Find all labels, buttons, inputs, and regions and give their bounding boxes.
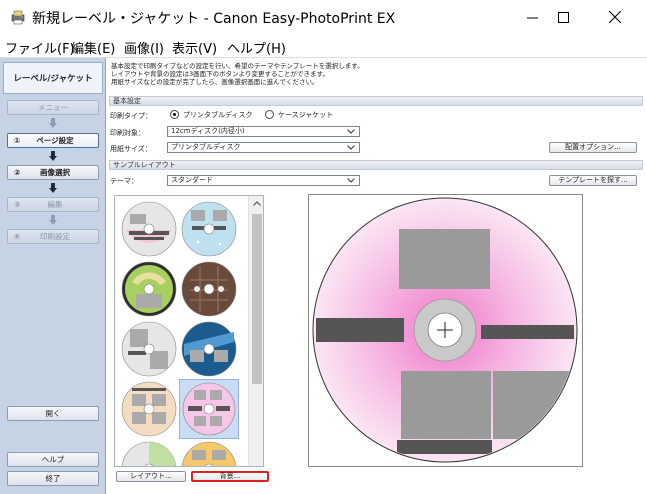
close-button[interactable]: [592, 0, 638, 34]
layout-thumbnail-selected[interactable]: [179, 379, 239, 439]
paper-size-value: プリンタブルディスク: [171, 143, 241, 151]
menu-view[interactable]: 表示(V): [172, 38, 217, 57]
disc-thumbnail-image: [121, 261, 177, 317]
theme-label: テーマ：: [110, 177, 138, 185]
step-label: ページ設定: [36, 136, 74, 145]
step-number: ④: [13, 232, 21, 241]
down-arrow-icon: [49, 183, 57, 193]
chevron-up-icon[interactable]: [253, 201, 261, 206]
down-arrow-icon: [49, 118, 57, 128]
step-label: 編集: [47, 200, 63, 209]
step-number: ③: [13, 200, 21, 209]
paper-size-select[interactable]: プリンタブルディスク: [167, 142, 360, 153]
disc-thumbnail-image: [181, 261, 237, 317]
down-arrow-icon: [49, 215, 57, 225]
exit-button[interactable]: 終了: [7, 471, 99, 486]
maximize-button[interactable]: [540, 0, 586, 34]
instruction-line: レイアウトや背景の設定は3画面下のボタンより変更することができます。: [111, 70, 329, 78]
menu-help[interactable]: ヘルプ(H): [227, 38, 286, 57]
step-print-settings[interactable]: ④ 印刷設定: [7, 229, 99, 244]
instruction-line: 基本設定で印刷タイプなどの設定を行い、希望のテーマやテンプレートを選択します。: [111, 62, 364, 70]
print-type-label: 印刷タイプ：: [110, 112, 152, 120]
chevron-down-icon: [347, 178, 355, 183]
disc-preview-image: [312, 197, 578, 463]
menu-file[interactable]: ファイル(F): [5, 38, 75, 57]
layout-thumbnail[interactable]: [180, 200, 238, 258]
sidebar: レーベル/ジャケット メニュー ① ページ設定 ② 画像選択 ③ 編集 ④ 印刷…: [0, 58, 106, 494]
print-target-select[interactable]: 12cmディスク(内径小): [167, 126, 360, 137]
step-label: 画像選択: [40, 168, 70, 177]
radio-case-jacket[interactable]: [265, 110, 274, 119]
disc-thumbnail-image: [181, 441, 237, 466]
menu-image[interactable]: 画像(I): [124, 38, 164, 57]
help-button[interactable]: ヘルプ: [7, 452, 99, 467]
layout-thumbnail[interactable]: [120, 260, 178, 318]
down-arrow-icon: [49, 151, 57, 161]
printer-app-icon: [11, 10, 25, 25]
disc-thumbnail-image: [182, 382, 236, 436]
layout-thumbnail[interactable]: [120, 320, 178, 378]
radio-printable-disc[interactable]: [170, 110, 179, 119]
step-image-select[interactable]: ② 画像選択: [7, 165, 99, 180]
print-target-value: 12cmディスク(内径小): [171, 127, 245, 135]
main-panel: 基本設定で印刷タイプなどの設定を行い、希望のテーマやテンプレートを選択します。 …: [107, 58, 647, 494]
basic-settings-header: 基本設定: [109, 96, 643, 106]
step-number: ①: [13, 136, 21, 145]
sidebar-header: レーベル/ジャケット: [3, 62, 103, 94]
disc-thumbnail-image: [121, 201, 177, 257]
layout-button[interactable]: レイアウト...: [116, 471, 186, 482]
theme-select[interactable]: スタンダード: [167, 175, 360, 186]
window-title: 新規レーベル・ジャケット - Canon Easy-PhotoPrint EX: [32, 11, 396, 27]
help-button-label: ヘルプ: [41, 455, 65, 464]
disc-thumbnail-image: [121, 441, 177, 466]
find-template-button[interactable]: テンプレートを探す...: [549, 175, 637, 186]
instruction-line: 用紙サイズなどの設定が完了したら、画像選択画面に進んでください。: [111, 78, 319, 86]
radio-printable-disc-label[interactable]: プリンタブルディスク: [183, 110, 253, 120]
step-label: 印刷設定: [40, 232, 70, 241]
thumbnail-scrollbar[interactable]: [248, 196, 263, 466]
disc-thumbnail-image: [121, 321, 177, 377]
step-page-setup[interactable]: ① ページ設定: [7, 133, 99, 148]
disc-thumbnail-image: [181, 321, 237, 377]
menu-edit[interactable]: 編集(E): [71, 38, 115, 57]
paper-size-label: 用紙サイズ：: [110, 145, 152, 153]
layout-thumbnail[interactable]: [180, 260, 238, 318]
minimize-icon: [526, 17, 538, 18]
layout-thumbnail[interactable]: [120, 200, 178, 258]
layout-options-button[interactable]: 配置オプション...: [549, 142, 637, 153]
menu-bar: ファイル(F) 編集(E) 画像(I) 表示(V) ヘルプ(H): [0, 34, 647, 58]
step-number: ②: [13, 168, 21, 177]
open-button-label: 開く: [45, 409, 61, 418]
sample-layout-header: サンプルレイアウト: [109, 160, 643, 170]
scrollbar-thumb[interactable]: [252, 214, 262, 384]
layout-thumbnail-list: [114, 195, 264, 467]
print-target-label: 印刷対象：: [110, 129, 145, 137]
disc-thumbnail-image: [121, 381, 177, 437]
radio-case-jacket-label[interactable]: ケースジャケット: [278, 110, 333, 120]
maximize-icon: [557, 11, 569, 23]
disc-thumbnail-image: [181, 201, 237, 257]
disc-preview: [308, 194, 583, 467]
open-button[interactable]: 開く: [7, 406, 99, 421]
layout-thumbnail[interactable]: [180, 440, 238, 466]
step-edit[interactable]: ③ 編集: [7, 197, 99, 212]
layout-thumbnail[interactable]: [120, 380, 178, 438]
menu-button[interactable]: メニュー: [7, 100, 99, 115]
layout-thumbnail[interactable]: [120, 440, 178, 466]
layout-thumbnail[interactable]: [180, 320, 238, 378]
title-bar: 新規レーベル・ジャケット - Canon Easy-PhotoPrint EX: [0, 0, 647, 34]
theme-value: スタンダード: [171, 176, 213, 184]
chevron-down-icon: [347, 145, 355, 150]
menu-button-label: メニュー: [38, 103, 68, 112]
instructions: 基本設定で印刷タイプなどの設定を行い、希望のテーマやテンプレートを選択します。 …: [109, 62, 642, 92]
exit-button-label: 終了: [45, 474, 61, 483]
chevron-down-icon: [347, 129, 355, 134]
background-button[interactable]: 背景...: [191, 471, 269, 482]
close-icon: [609, 11, 621, 23]
